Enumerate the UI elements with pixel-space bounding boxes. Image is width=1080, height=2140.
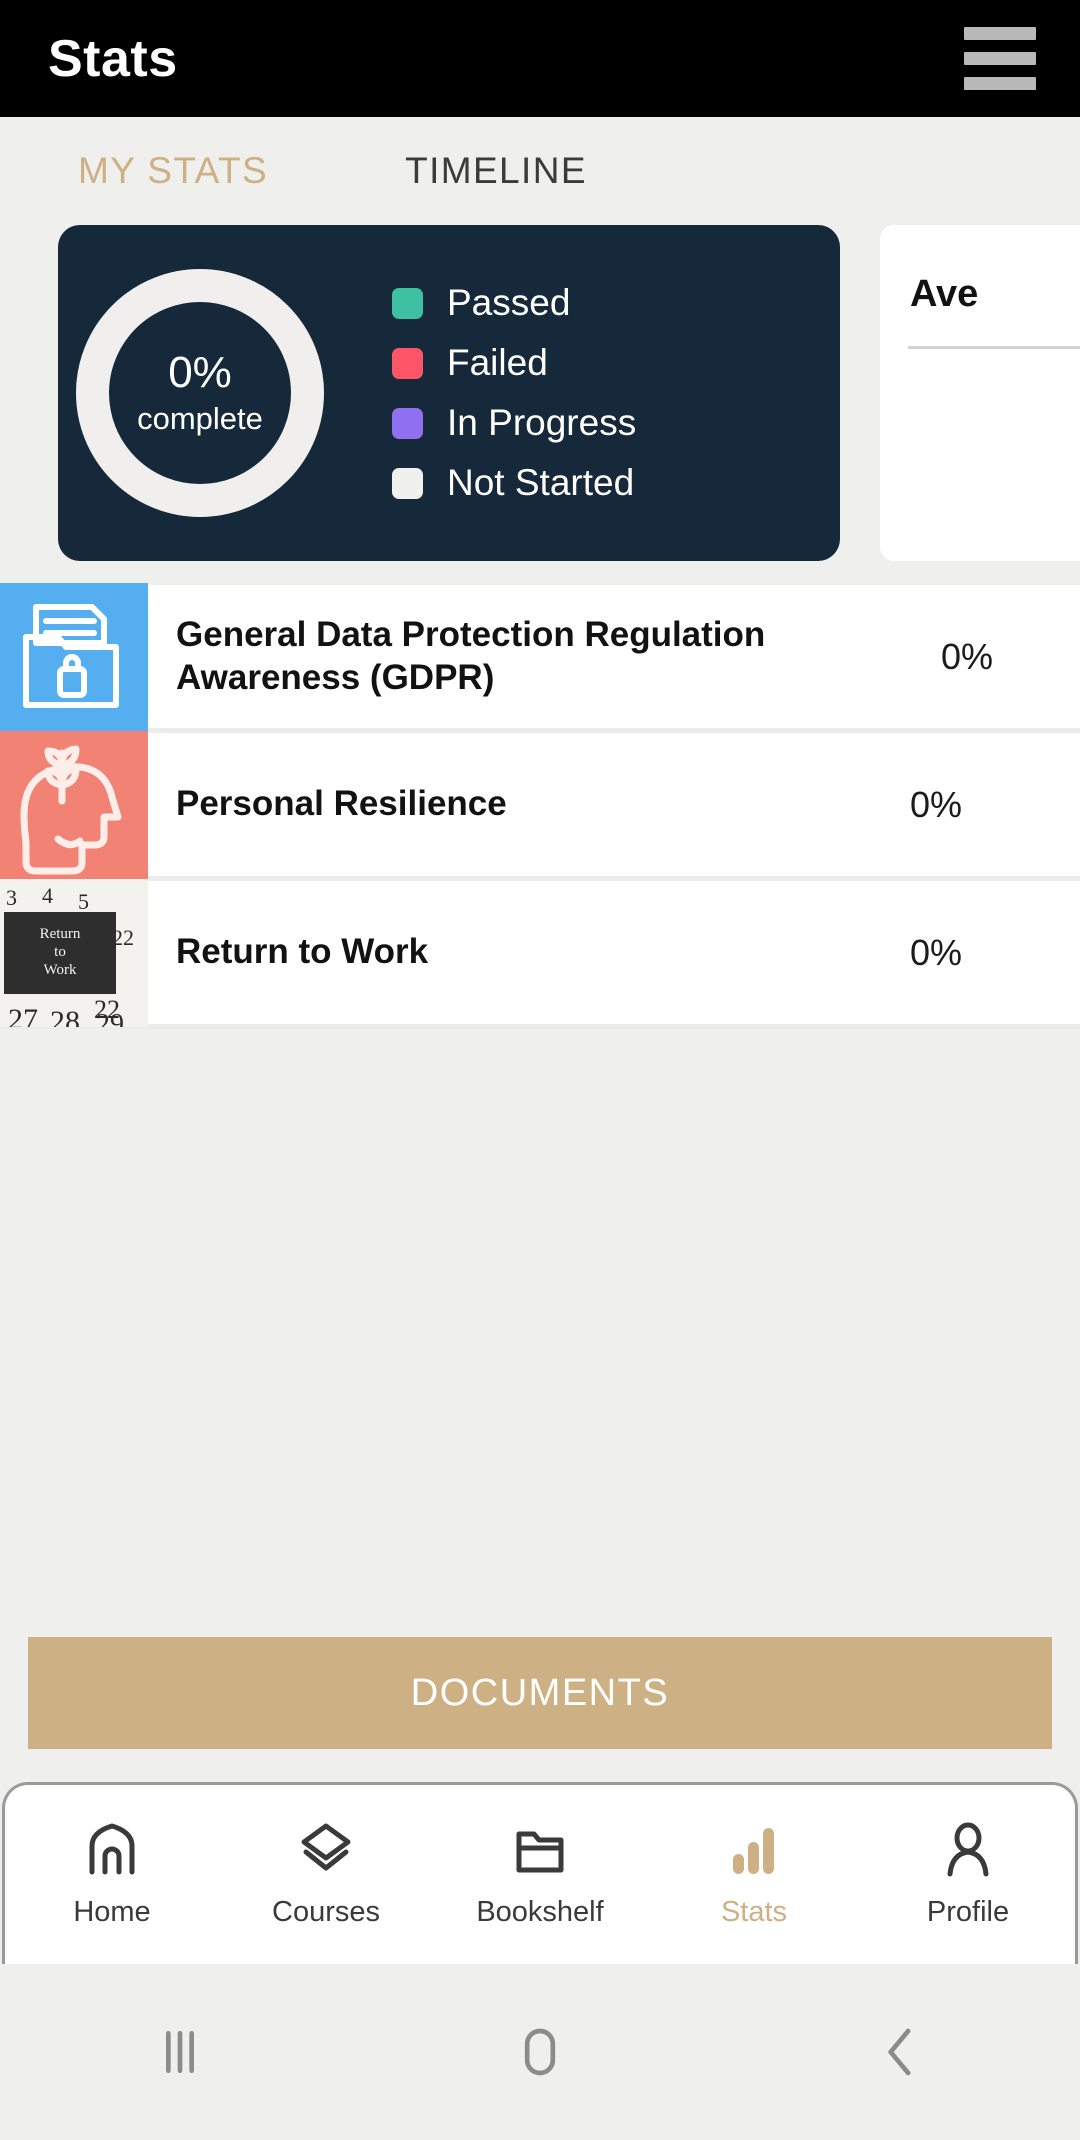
legend-label-in-progress: In Progress bbox=[447, 402, 637, 443]
documents-area: DOCUMENTS bbox=[0, 1637, 1080, 1749]
documents-button[interactable]: DOCUMENTS bbox=[28, 1637, 1052, 1749]
home-icon bbox=[89, 1823, 135, 1875]
tab-timeline[interactable]: TIMELINE bbox=[405, 150, 587, 192]
hamburger-bar bbox=[964, 77, 1036, 90]
chalkboard-line: Return bbox=[39, 926, 81, 942]
legend-swatch-not-started bbox=[392, 467, 423, 499]
nav-item-courses[interactable]: Courses bbox=[219, 1820, 433, 1929]
average-score-card[interactable]: Ave bbox=[880, 225, 1080, 561]
nav-item-home[interactable]: Home bbox=[5, 1820, 219, 1929]
legend-label-failed: Failed bbox=[447, 342, 548, 383]
nav-label: Stats bbox=[720, 1896, 788, 1928]
legend-label-passed: Passed bbox=[447, 282, 571, 323]
legend-label-not-started: Not Started bbox=[447, 462, 635, 503]
hamburger-menu-icon[interactable] bbox=[964, 27, 1036, 90]
status-legend: Passed Failed In Progress Not Started bbox=[392, 282, 636, 504]
legend-item-passed: Passed bbox=[392, 282, 636, 324]
nav-item-bookshelf[interactable]: Bookshelf bbox=[433, 1820, 647, 1929]
donut-sub-label: complete bbox=[137, 401, 263, 437]
folder-lock-icon bbox=[0, 582, 148, 731]
chalkboard-line: Work bbox=[43, 962, 77, 978]
course-progress-percent: 0% bbox=[941, 635, 994, 677]
legend-swatch-failed bbox=[392, 347, 423, 379]
stats-cards-carousel[interactable]: 0% complete Passed Failed In Progress No… bbox=[0, 225, 1080, 561]
course-progress-percent: 0% bbox=[910, 931, 963, 973]
nav-item-profile[interactable]: Profile bbox=[861, 1820, 1075, 1929]
average-card-title: Ave bbox=[910, 273, 979, 315]
calendar-number: 28 bbox=[50, 1004, 80, 1027]
chalkboard-line: to bbox=[54, 944, 66, 960]
course-title: Return to Work bbox=[176, 932, 429, 972]
bar-chart-icon bbox=[733, 1828, 774, 1874]
legend-swatch-in-progress bbox=[392, 407, 423, 439]
back-chevron-icon[interactable] bbox=[840, 1992, 960, 2112]
course-title: General Data Protection Regulation Aware… bbox=[176, 614, 766, 697]
course-row[interactable]: 3 4 5 22 Return to Work 22 27 28 29 Retu… bbox=[0, 878, 1080, 1029]
calendar-number: 4 bbox=[42, 882, 53, 908]
home-circle-icon[interactable] bbox=[480, 1992, 600, 2112]
person-icon bbox=[947, 1822, 989, 1877]
recents-icon[interactable] bbox=[120, 1992, 240, 2112]
legend-item-failed: Failed bbox=[392, 342, 636, 384]
nav-label: Home bbox=[73, 1896, 151, 1928]
folder-box-icon bbox=[516, 1831, 564, 1873]
completion-progress-card: 0% complete Passed Failed In Progress No… bbox=[58, 225, 840, 561]
tab-my-stats[interactable]: MY STATS bbox=[78, 150, 268, 192]
bottom-navigation: Home Courses Bookshelf Stats Profile bbox=[2, 1782, 1078, 1964]
chalkboard-calendar-photo: 3 4 5 22 Return to Work 22 27 28 29 bbox=[0, 878, 148, 1027]
page-title: Stats bbox=[48, 29, 178, 88]
course-row[interactable]: Personal Resilience 0% bbox=[0, 730, 1080, 881]
nav-label: Courses bbox=[272, 1896, 380, 1928]
calendar-number: 27 bbox=[8, 1002, 38, 1027]
average-card-divider bbox=[908, 346, 1080, 349]
android-system-nav bbox=[0, 1964, 1080, 2140]
hamburger-bar bbox=[964, 27, 1036, 40]
nav-label: Bookshelf bbox=[476, 1896, 604, 1928]
nav-item-stats[interactable]: Stats bbox=[647, 1820, 861, 1929]
course-progress-percent: 0% bbox=[910, 783, 963, 825]
course-title: Personal Resilience bbox=[176, 784, 507, 824]
tab-bar: MY STATS TIMELINE bbox=[0, 117, 1080, 225]
nav-label: Profile bbox=[926, 1896, 1010, 1928]
calendar-number: 29 bbox=[96, 1008, 124, 1027]
legend-item-not-started: Not Started bbox=[392, 462, 636, 504]
donut-percent-label: 0% bbox=[168, 347, 232, 397]
course-row[interactable]: General Data Protection Regulation Aware… bbox=[0, 582, 1080, 733]
graduation-cap-icon bbox=[301, 1823, 351, 1871]
course-list: General Data Protection Regulation Aware… bbox=[0, 582, 1080, 1029]
donut-ring: 0% complete bbox=[76, 269, 324, 517]
hamburger-bar bbox=[964, 52, 1036, 65]
chalkboard: Return to Work bbox=[4, 911, 116, 994]
app-bar: Stats bbox=[0, 0, 1080, 117]
calendar-number: 3 bbox=[6, 884, 17, 910]
head-sprout-icon bbox=[0, 730, 148, 879]
legend-swatch-passed bbox=[392, 287, 423, 319]
legend-item-in-progress: In Progress bbox=[392, 402, 636, 444]
donut-chart: 0% complete bbox=[50, 243, 350, 543]
